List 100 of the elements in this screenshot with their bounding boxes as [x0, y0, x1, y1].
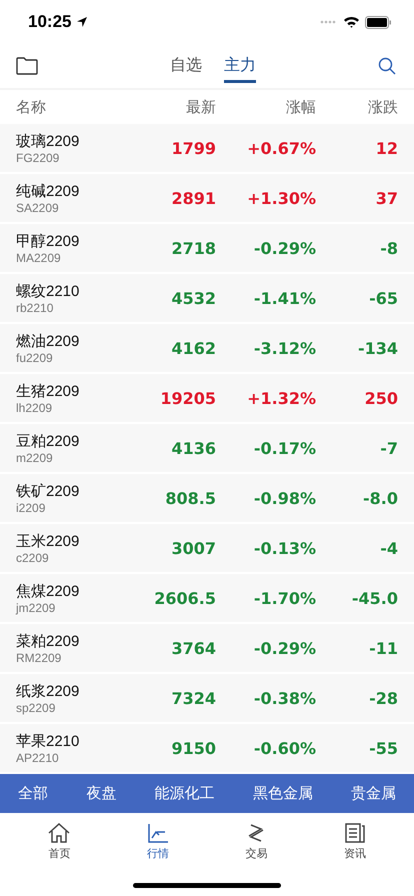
category-tab[interactable]: 夜盘	[86, 784, 116, 803]
change-value: 37	[374, 188, 398, 208]
column-header[interactable]: 涨跌	[316, 98, 398, 116]
wifi-icon	[343, 16, 360, 28]
change-value: -45.0	[350, 588, 398, 608]
category-tab[interactable]: 黑色金属	[252, 784, 313, 803]
chart-icon	[146, 823, 169, 843]
last-price: 9150	[170, 738, 216, 758]
change-value: -55	[368, 738, 398, 758]
contract-name: 玻璃2209	[16, 132, 80, 150]
change-value: -65	[368, 288, 398, 308]
contract-code: jm2209	[16, 600, 56, 614]
quote-row[interactable]: 甲醇2209 MA2209 2718 -0.29% -8	[0, 224, 414, 272]
battery-icon	[365, 16, 392, 28]
contract-code: rb2210	[16, 300, 54, 314]
search-icon[interactable]	[378, 57, 396, 75]
change-percent: -0.38%	[252, 688, 316, 708]
contract-code: m2209	[16, 450, 54, 464]
change-percent: -0.29%	[252, 238, 316, 258]
change-value: -134	[356, 338, 398, 358]
change-value: 12	[374, 138, 398, 158]
column-header[interactable]: 最新	[146, 98, 216, 116]
last-price: 3764	[170, 638, 216, 658]
contract-name: 苹果2210	[16, 732, 80, 750]
change-value: -28	[368, 688, 398, 708]
contract-name: 铁矿2209	[16, 482, 80, 500]
contract-code: RM2209	[16, 650, 62, 664]
change-percent: -0.13%	[252, 538, 316, 558]
quote-row[interactable]: 纸浆2209 sp2209 7324 -0.38% -28	[0, 674, 414, 722]
last-price: 3007	[170, 538, 216, 558]
quote-row[interactable]: 螺纹2210 rb2210 4532 -1.41% -65	[0, 274, 414, 322]
last-price: 4532	[170, 288, 216, 308]
nav-item[interactable]: 交易	[221, 823, 292, 861]
change-value: -4	[379, 538, 398, 558]
contract-code: MA2209	[16, 250, 62, 264]
document-icon	[344, 823, 366, 843]
change-percent: +0.67%	[246, 138, 316, 158]
change-value: -8.0	[362, 488, 398, 508]
quote-row[interactable]: 生猪2209 lh2209 19205 +1.32% 250	[0, 374, 414, 422]
change-value: -8	[379, 238, 398, 258]
change-percent: -0.17%	[252, 438, 316, 458]
category-tab[interactable]: 全部	[18, 784, 48, 803]
change-percent: -0.98%	[252, 488, 316, 508]
signal-icon	[320, 19, 338, 25]
status-time: 10:25	[28, 12, 72, 32]
contract-name: 纯碱2209	[16, 182, 80, 200]
contract-name: 螺纹2210	[16, 282, 80, 300]
contract-name: 菜粕2209	[16, 632, 80, 650]
quote-row[interactable]: 燃油2209 fu2209 4162 -3.12% -134	[0, 324, 414, 372]
contract-code: sp2209	[16, 700, 56, 714]
contract-code: fu2209	[16, 350, 54, 364]
column-header[interactable]: 名称	[16, 98, 146, 116]
quote-row[interactable]: 玻璃2209 FG2209 1799 +0.67% 12	[0, 124, 414, 172]
tab[interactable]: 主力	[224, 49, 256, 83]
home-icon	[48, 823, 70, 843]
quote-row[interactable]: 苹果2210 AP2210 9150 -0.60% -55	[0, 724, 414, 772]
category-tab[interactable]: 能源化工	[154, 784, 214, 803]
quote-row[interactable]: 菜粕2209 RM2209 3764 -0.29% -11	[0, 624, 414, 672]
category-tab[interactable]: 贵金属	[351, 784, 396, 803]
contract-name: 豆粕2209	[16, 432, 80, 450]
change-percent: -0.60%	[252, 738, 316, 758]
change-value: 250	[364, 388, 398, 408]
folder-icon[interactable]	[16, 57, 38, 75]
last-price: 2718	[170, 238, 216, 258]
quote-row[interactable]: 焦煤2209 jm2209 2606.5 -1.70% -45.0	[0, 574, 414, 622]
quote-row[interactable]: 豆粕2209 m2209 4136 -0.17% -7	[0, 424, 414, 472]
contract-code: FG2209	[16, 150, 60, 164]
contract-code: SA2209	[16, 200, 60, 214]
change-percent: -1.70%	[252, 588, 316, 608]
contract-code: AP2210	[16, 750, 60, 764]
contract-name: 甲醇2209	[16, 232, 80, 250]
change-value: -11	[368, 638, 398, 658]
last-price: 2606.5	[153, 588, 216, 608]
change-percent: -0.29%	[252, 638, 316, 658]
change-percent: -3.12%	[252, 338, 316, 358]
nav-item[interactable]: 行情	[122, 823, 193, 861]
contract-name: 焦煤2209	[16, 582, 80, 600]
contract-code: lh2209	[16, 400, 54, 414]
contract-name: 生猪2209	[16, 382, 80, 400]
nav-item[interactable]: 资讯	[320, 823, 390, 861]
contract-name: 纸浆2209	[16, 682, 80, 700]
contract-code: i2209	[16, 500, 46, 514]
column-header[interactable]: 涨幅	[216, 98, 316, 116]
change-percent: +1.32%	[246, 388, 316, 408]
quote-row[interactable]: 铁矿2209 i2209 808.5 -0.98% -8.0	[0, 474, 414, 522]
contract-name: 玉米2209	[16, 532, 80, 550]
nav-item[interactable]: 首页	[24, 823, 94, 861]
quote-row[interactable]: 玉米2209 c2209 3007 -0.13% -4	[0, 524, 414, 572]
contract-name: 燃油2209	[16, 332, 80, 350]
location-arrow-icon	[76, 16, 88, 28]
last-price: 808.5	[164, 488, 216, 508]
last-price: 2891	[170, 188, 216, 208]
tab[interactable]: 自选	[170, 49, 202, 83]
last-price: 4136	[170, 438, 216, 458]
change-percent: +1.30%	[246, 188, 316, 208]
change-percent: -1.41%	[252, 288, 316, 308]
change-value: -7	[379, 438, 398, 458]
quote-row[interactable]: 纯碱2209 SA2209 2891 +1.30% 37	[0, 174, 414, 222]
last-price: 7324	[170, 688, 216, 708]
last-price: 4162	[170, 338, 216, 358]
